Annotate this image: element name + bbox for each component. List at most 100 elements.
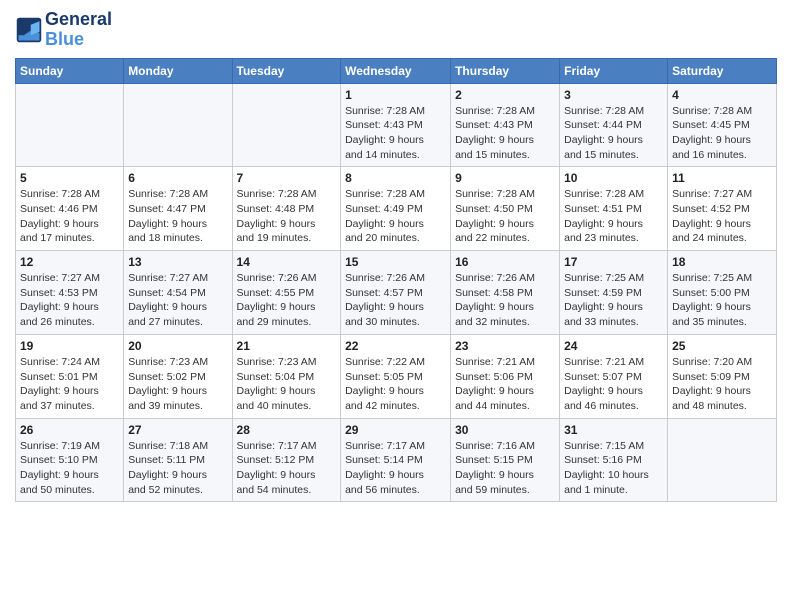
day-cell-30: 30 Sunrise: 7:16 AMSunset: 5:15 PMDayligh…: [451, 418, 560, 502]
day-number: 16: [455, 255, 555, 269]
day-number: 29: [345, 423, 446, 437]
day-number: 11: [672, 171, 772, 185]
day-info: Sunrise: 7:25 AMSunset: 4:59 PMDaylight:…: [564, 271, 663, 330]
day-number: 5: [20, 171, 119, 185]
day-number: 27: [128, 423, 227, 437]
day-cell-26: 26 Sunrise: 7:19 AMSunset: 5:10 PMDayligh…: [16, 418, 124, 502]
calendar-page: General Blue SundayMondayTuesdayWednesda…: [0, 0, 792, 612]
day-info: Sunrise: 7:26 AMSunset: 4:58 PMDaylight:…: [455, 271, 555, 330]
day-number: 13: [128, 255, 227, 269]
day-cell-12: 12Sunrise: 7:27 AMSunset: 4:53 PMDayligh…: [16, 251, 124, 335]
day-cell-15: 15 Sunrise: 7:26 AMSunset: 4:57 PMDayligh…: [341, 251, 451, 335]
day-number: 14: [237, 255, 337, 269]
day-number: 25: [672, 339, 772, 353]
logo-icon: [15, 16, 43, 44]
empty-cell: [16, 83, 124, 167]
day-info: Sunrise: 7:17 AMSunset: 5:12 PMDaylight:…: [237, 439, 337, 498]
day-number: 26: [20, 423, 119, 437]
day-info: Sunrise: 7:28 AMSunset: 4:51 PMDaylight:…: [564, 187, 663, 246]
day-cell-25: 25 Sunrise: 7:20 AMSunset: 5:09 PMDayligh…: [668, 334, 777, 418]
empty-cell: [232, 83, 341, 167]
page-header: General Blue: [15, 10, 777, 50]
day-number: 28: [237, 423, 337, 437]
day-cell-11: 11 Sunrise: 7:27 AMSunset: 4:52 PMDayligh…: [668, 167, 777, 251]
day-number: 20: [128, 339, 227, 353]
day-cell-14: 14 Sunrise: 7:26 AMSunset: 4:55 PMDayligh…: [232, 251, 341, 335]
day-number: 30: [455, 423, 555, 437]
day-cell-9: 9Sunrise: 7:28 AMSunset: 4:50 PMDaylight…: [451, 167, 560, 251]
weekday-header-monday: Monday: [124, 58, 232, 83]
day-number: 15: [345, 255, 446, 269]
day-number: 17: [564, 255, 663, 269]
day-cell-27: 27 Sunrise: 7:18 AMSunset: 5:11 PMDayligh…: [124, 418, 232, 502]
weekday-header-sunday: Sunday: [16, 58, 124, 83]
day-number: 21: [237, 339, 337, 353]
day-cell-19: 19 Sunrise: 7:24 AMSunset: 5:01 PMDayligh…: [16, 334, 124, 418]
week-row-0: 1 Sunrise: 7:28 AMSunset: 4:43 PMDaylight…: [16, 83, 777, 167]
day-info: Sunrise: 7:26 AMSunset: 4:57 PMDaylight:…: [345, 271, 446, 330]
week-row-1: 5 Sunrise: 7:28 AMSunset: 4:46 PMDaylight…: [16, 167, 777, 251]
day-info: Sunrise: 7:28 AMSunset: 4:47 PMDaylight:…: [128, 187, 227, 246]
day-info: Sunrise: 7:26 AMSunset: 4:55 PMDaylight:…: [237, 271, 337, 330]
weekday-header-saturday: Saturday: [668, 58, 777, 83]
day-info: Sunrise: 7:28 AMSunset: 4:44 PMDaylight:…: [564, 104, 663, 163]
day-info: Sunrise: 7:27 AMSunset: 4:53 PMDaylight:…: [20, 271, 119, 330]
day-info: Sunrise: 7:21 AMSunset: 5:06 PMDaylight:…: [455, 355, 555, 414]
day-number: 18: [672, 255, 772, 269]
day-number: 4: [672, 88, 772, 102]
week-row-2: 12Sunrise: 7:27 AMSunset: 4:53 PMDayligh…: [16, 251, 777, 335]
empty-cell: [124, 83, 232, 167]
day-info: Sunrise: 7:21 AMSunset: 5:07 PMDaylight:…: [564, 355, 663, 414]
day-number: 7: [237, 171, 337, 185]
day-number: 23: [455, 339, 555, 353]
day-cell-31: 31Sunrise: 7:15 AMSunset: 5:16 PMDayligh…: [560, 418, 668, 502]
day-number: 3: [564, 88, 663, 102]
day-cell-6: 6 Sunrise: 7:28 AMSunset: 4:47 PMDaylight…: [124, 167, 232, 251]
day-info: Sunrise: 7:23 AMSunset: 5:02 PMDaylight:…: [128, 355, 227, 414]
day-info: Sunrise: 7:28 AMSunset: 4:45 PMDaylight:…: [672, 104, 772, 163]
day-cell-3: 3 Sunrise: 7:28 AMSunset: 4:44 PMDaylight…: [560, 83, 668, 167]
day-info: Sunrise: 7:20 AMSunset: 5:09 PMDaylight:…: [672, 355, 772, 414]
day-cell-7: 7 Sunrise: 7:28 AMSunset: 4:48 PMDaylight…: [232, 167, 341, 251]
day-cell-21: 21 Sunrise: 7:23 AMSunset: 5:04 PMDayligh…: [232, 334, 341, 418]
day-cell-24: 24 Sunrise: 7:21 AMSunset: 5:07 PMDayligh…: [560, 334, 668, 418]
day-cell-8: 8Sunrise: 7:28 AMSunset: 4:49 PMDaylight…: [341, 167, 451, 251]
day-info: Sunrise: 7:27 AMSunset: 4:52 PMDaylight:…: [672, 187, 772, 246]
logo-text: General Blue: [45, 10, 112, 50]
weekday-header-wednesday: Wednesday: [341, 58, 451, 83]
weekday-header-thursday: Thursday: [451, 58, 560, 83]
day-cell-28: 28 Sunrise: 7:17 AMSunset: 5:12 PMDayligh…: [232, 418, 341, 502]
day-number: 24: [564, 339, 663, 353]
day-number: 19: [20, 339, 119, 353]
day-info: Sunrise: 7:24 AMSunset: 5:01 PMDaylight:…: [20, 355, 119, 414]
day-cell-16: 16 Sunrise: 7:26 AMSunset: 4:58 PMDayligh…: [451, 251, 560, 335]
day-number: 31: [564, 423, 663, 437]
day-cell-18: 18 Sunrise: 7:25 AMSunset: 5:00 PMDayligh…: [668, 251, 777, 335]
day-info: Sunrise: 7:25 AMSunset: 5:00 PMDaylight:…: [672, 271, 772, 330]
day-info: Sunrise: 7:18 AMSunset: 5:11 PMDaylight:…: [128, 439, 227, 498]
day-number: 22: [345, 339, 446, 353]
day-number: 6: [128, 171, 227, 185]
day-info: Sunrise: 7:28 AMSunset: 4:48 PMDaylight:…: [237, 187, 337, 246]
day-cell-20: 20 Sunrise: 7:23 AMSunset: 5:02 PMDayligh…: [124, 334, 232, 418]
day-info: Sunrise: 7:28 AMSunset: 4:43 PMDaylight:…: [455, 104, 555, 163]
empty-cell: [668, 418, 777, 502]
day-cell-1: 1 Sunrise: 7:28 AMSunset: 4:43 PMDaylight…: [341, 83, 451, 167]
day-info: Sunrise: 7:28 AMSunset: 4:50 PMDaylight:…: [455, 187, 555, 246]
day-number: 8: [345, 171, 446, 185]
day-info: Sunrise: 7:28 AMSunset: 4:46 PMDaylight:…: [20, 187, 119, 246]
weekday-header-row: SundayMondayTuesdayWednesdayThursdayFrid…: [16, 58, 777, 83]
day-number: 1: [345, 88, 446, 102]
day-cell-22: 22Sunrise: 7:22 AMSunset: 5:05 PMDayligh…: [341, 334, 451, 418]
day-cell-23: 23 Sunrise: 7:21 AMSunset: 5:06 PMDayligh…: [451, 334, 560, 418]
day-info: Sunrise: 7:27 AMSunset: 4:54 PMDaylight:…: [128, 271, 227, 330]
day-cell-17: 17 Sunrise: 7:25 AMSunset: 4:59 PMDayligh…: [560, 251, 668, 335]
calendar-table: SundayMondayTuesdayWednesdayThursdayFrid…: [15, 58, 777, 503]
day-info: Sunrise: 7:17 AMSunset: 5:14 PMDaylight:…: [345, 439, 446, 498]
day-info: Sunrise: 7:23 AMSunset: 5:04 PMDaylight:…: [237, 355, 337, 414]
day-info: Sunrise: 7:16 AMSunset: 5:15 PMDaylight:…: [455, 439, 555, 498]
day-info: Sunrise: 7:19 AMSunset: 5:10 PMDaylight:…: [20, 439, 119, 498]
day-cell-13: 13 Sunrise: 7:27 AMSunset: 4:54 PMDayligh…: [124, 251, 232, 335]
day-info: Sunrise: 7:28 AMSunset: 4:43 PMDaylight:…: [345, 104, 446, 163]
day-cell-4: 4 Sunrise: 7:28 AMSunset: 4:45 PMDaylight…: [668, 83, 777, 167]
